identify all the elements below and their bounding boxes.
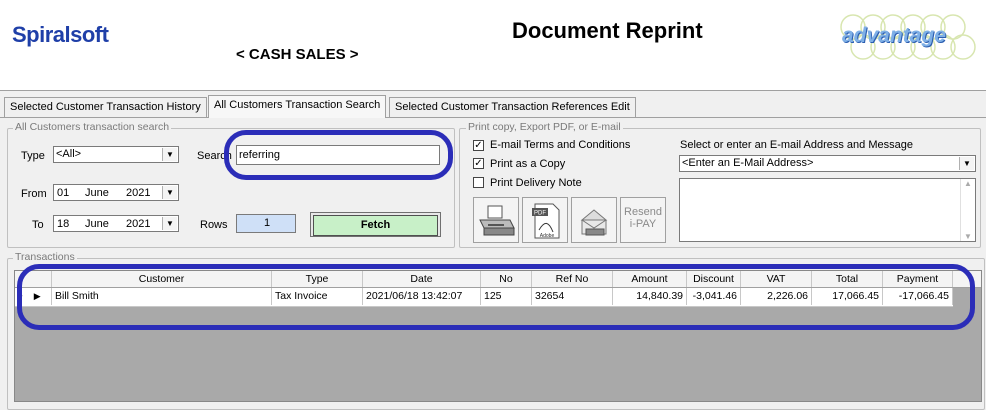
to-label: To: [32, 219, 44, 231]
svg-text:Adobe: Adobe: [540, 233, 555, 239]
ipay-label: i-PAY: [629, 218, 657, 230]
rows-count: 1: [236, 214, 296, 233]
message-scrollbar[interactable]: ▲ ▼: [960, 179, 975, 241]
email-address-value: <Enter an E-Mail Address>: [682, 157, 814, 169]
fetch-button[interactable]: Fetch: [310, 212, 441, 237]
page-title: Document Reprint: [512, 18, 703, 43]
to-day: 18: [57, 218, 70, 230]
chevron-down-icon[interactable]: ▼: [959, 157, 974, 170]
to-year: 2021: [126, 218, 151, 230]
search-group-title: All Customers transaction search: [13, 121, 172, 133]
highlight-search-annotation: [224, 130, 453, 180]
print-group-title: Print copy, Export PDF, or E-mail: [466, 121, 623, 133]
print-copy-label: Print as a Copy: [490, 158, 566, 170]
spiralsoft-logo: Spiralsoft: [12, 22, 109, 47]
fetch-button-label: Fetch: [313, 215, 438, 236]
to-month: June: [85, 218, 109, 230]
scroll-up-icon[interactable]: ▲: [961, 179, 975, 188]
tab-customer-history[interactable]: Selected Customer Transaction History: [4, 97, 207, 117]
printer-icon: [479, 205, 515, 236]
tab-bar: Selected Customer Transaction History Al…: [0, 95, 986, 118]
from-day: 01: [57, 187, 70, 199]
print-button[interactable]: [473, 197, 519, 243]
email-icon: [580, 209, 608, 236]
scroll-down-icon[interactable]: ▼: [961, 232, 975, 241]
type-label: Type: [21, 150, 45, 162]
rows-label: Rows: [200, 219, 228, 231]
svg-text:PDF: PDF: [534, 211, 546, 217]
from-label: From: [21, 188, 47, 200]
email-section-label: Select or enter an E-mail Address and Me…: [680, 139, 913, 151]
pdf-icon: PDF Adobe: [532, 203, 560, 239]
email-terms-label: E-mail Terms and Conditions: [490, 139, 631, 151]
email-address-select[interactable]: <Enter an E-Mail Address> ▼: [679, 155, 976, 172]
print-copy-checkbox[interactable]: ✓: [473, 158, 484, 169]
page-subtitle: < CASH SALES >: [236, 46, 359, 63]
chevron-down-icon[interactable]: ▼: [162, 148, 177, 161]
type-select[interactable]: <All> ▼: [53, 146, 179, 163]
tab-references-edit[interactable]: Selected Customer Transaction References…: [389, 97, 636, 117]
chevron-down-icon[interactable]: ▼: [162, 217, 177, 230]
to-date-picker[interactable]: 18 June 2021 ▼: [53, 215, 179, 232]
type-value: <All>: [56, 148, 82, 160]
advantage-logo: advantage: [842, 24, 946, 47]
highlight-grid-annotation: [17, 264, 975, 330]
resend-label: Resend: [624, 206, 662, 218]
from-date-picker[interactable]: 01 June 2021 ▼: [53, 184, 179, 201]
chevron-down-icon[interactable]: ▼: [162, 186, 177, 199]
delivery-note-label: Print Delivery Note: [490, 177, 582, 189]
delivery-note-checkbox[interactable]: [473, 177, 484, 188]
resend-ipay-button[interactable]: Resend i-PAY: [620, 197, 666, 243]
tab-all-customers-search[interactable]: All Customers Transaction Search: [208, 95, 387, 118]
email-terms-checkbox[interactable]: ✓: [473, 140, 484, 151]
email-message-textarea[interactable]: ▲ ▼: [679, 178, 976, 242]
email-button[interactable]: [571, 197, 617, 243]
from-year: 2021: [126, 187, 151, 199]
from-month: June: [85, 187, 109, 199]
transactions-group-title: Transactions: [13, 251, 77, 263]
export-pdf-button[interactable]: PDF Adobe: [522, 197, 568, 243]
